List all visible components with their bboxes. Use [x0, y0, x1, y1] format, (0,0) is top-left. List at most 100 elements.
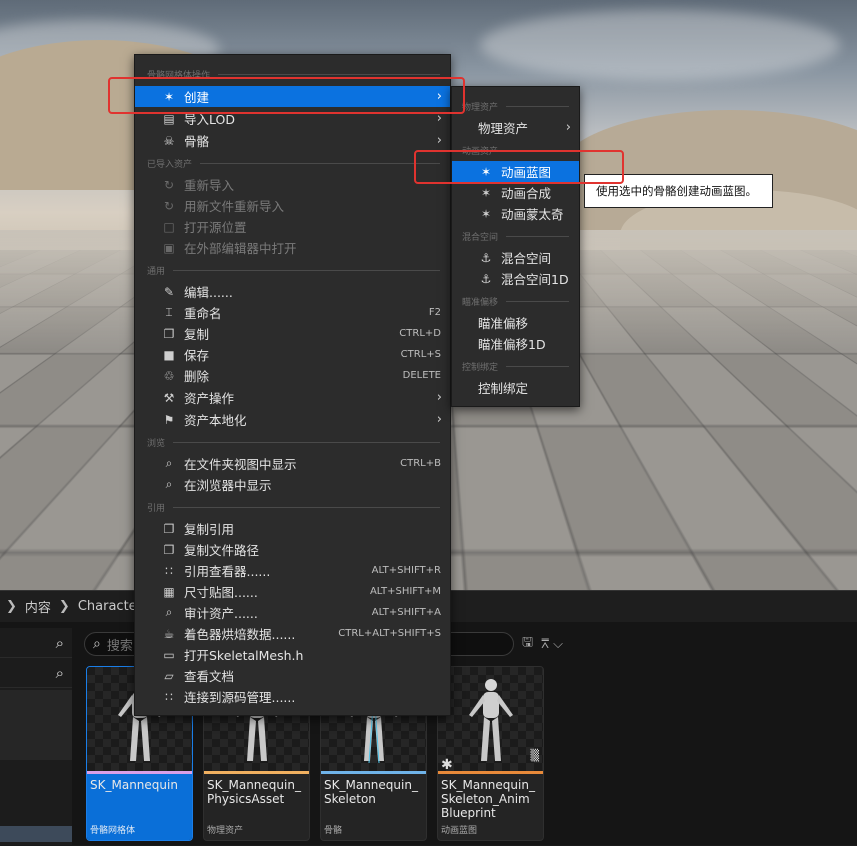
asset-name: SK_Mannequin	[90, 778, 189, 792]
shortcut-text: CTRL+B	[400, 458, 441, 469]
menu-item-import-lod[interactable]: ▤ 导入LOD ›	[135, 108, 450, 129]
menu-item-copy-reference[interactable]: ❐ 复制引用	[135, 518, 450, 539]
menu-item-asset-actions[interactable]: ⚒ 资产操作 ›	[135, 387, 450, 408]
chevron-right-icon: ›	[437, 412, 442, 427]
menu-item-asset-localization[interactable]: ⚑ 资产本地化 ›	[135, 409, 450, 430]
submenu-item-physics-asset[interactable]: 物理资产 ›	[452, 117, 579, 138]
external-editor-icon: ▣	[161, 240, 177, 256]
menu-item-edit[interactable]: ✎ 编辑......	[135, 281, 450, 302]
menu-item-save[interactable]: ■ 保存 CTRL+S	[135, 344, 450, 365]
submenu-item-aim-offset[interactable]: 瞄准偏移	[452, 312, 579, 333]
asset-type: 骨骼网格体	[90, 823, 135, 836]
menu-item-audit-assets[interactable]: ⌕ 审计资产...... ALT+SHIFT+A	[135, 602, 450, 623]
menu-item-label: 复制文件路径	[184, 540, 259, 559]
pencil-icon: ✎	[161, 284, 177, 300]
folder-tree-panel: ⌕ ⌕	[0, 628, 72, 845]
menu-item-reimport[interactable]: ↻ 重新导入	[135, 174, 450, 195]
asset-info: SK_Mannequin_ PhysicsAsset 物理资产	[204, 774, 309, 840]
save-icon: ■	[161, 347, 177, 363]
reimport-icon: ↻	[161, 177, 177, 193]
search-icon[interactable]: ⌕	[0, 628, 72, 658]
chevron-right-icon[interactable]: ❯	[59, 599, 70, 614]
folder-tree-item-selected[interactable]	[0, 826, 72, 842]
submenu-item-aim-offset-1d[interactable]: 瞄准偏移1D	[452, 333, 579, 354]
shortcut-text: ALT+SHIFT+A	[372, 607, 441, 618]
menu-item-label: 引用查看器......	[184, 561, 270, 580]
shortcut-text: ALT+SHIFT+M	[370, 586, 441, 597]
section-header: 浏览	[147, 436, 440, 448]
section-title: 骨骼网格体操作	[147, 68, 210, 81]
section-title: 控制绑定	[462, 360, 498, 373]
breadcrumb-item-content[interactable]: 内容	[25, 597, 51, 616]
asset-context-menu: 骨骼网格体操作 ✶ 创建 › ▤ 导入LOD › ☠ 骨骼 › 已导入资产 ↻ …	[134, 54, 451, 716]
asset-thumbnail: ✱ ▒	[438, 667, 543, 771]
menu-item-show-in-folder-view[interactable]: ⌕ 在文件夹视图中显示 CTRL+B	[135, 453, 450, 474]
menu-item-delete[interactable]: ♲ 删除 DELETE	[135, 365, 450, 386]
asset-name: SK_Mannequin_ Skeleton_Anim Blueprint	[441, 778, 540, 820]
section-header: 通用	[147, 264, 440, 276]
mannequin-icon	[461, 677, 521, 765]
menu-item-view-documentation[interactable]: ▱ 查看文档	[135, 665, 450, 686]
submenu-item-anim-blueprint[interactable]: ✶ 动画蓝图	[452, 161, 579, 182]
create-animation-icon: ✶	[161, 89, 177, 105]
submenu-item-blend-space-1d[interactable]: ⚓ 混合空间1D	[452, 268, 579, 289]
section-title: 物理资产	[462, 100, 498, 113]
chevron-right-icon: ›	[566, 120, 571, 135]
menu-item-label: 在浏览器中显示	[184, 475, 272, 494]
menu-item-open-header[interactable]: ▭ 打开SkeletalMesh.h	[135, 644, 450, 665]
section-title: 引用	[147, 501, 165, 514]
submenu-item-anim-montage[interactable]: ✶ 动画蒙太奇	[452, 203, 579, 224]
filter-icon[interactable]: ⩞ ⌵	[541, 637, 563, 652]
menu-item-open-source-location[interactable]: □ 打开源位置	[135, 216, 450, 237]
section-header: 已导入资产	[147, 157, 440, 169]
menu-item-duplicate[interactable]: ❐ 复制 CTRL+D	[135, 323, 450, 344]
menu-item-label: 动画合成	[501, 183, 551, 202]
chevron-right-icon: ›	[437, 111, 442, 126]
menu-item-create[interactable]: ✶ 创建 ›	[135, 86, 450, 107]
menu-item-label: 资产操作	[184, 388, 234, 407]
menu-item-shader-cook-stats[interactable]: ☕ 着色器烘焙数据...... CTRL+ALT+SHIFT+S	[135, 623, 450, 644]
anim-composite-icon: ✶	[478, 185, 494, 201]
menu-item-size-map[interactable]: ▦ 尺寸贴图...... ALT+SHIFT+M	[135, 581, 450, 602]
menu-item-label: 物理资产	[478, 118, 528, 137]
menu-item-label: 骨骼	[184, 131, 209, 150]
skeleton-icon: ☠	[161, 133, 177, 149]
menu-item-label: 混合空间	[501, 248, 551, 267]
asterisk-icon: ✱	[441, 757, 453, 773]
menu-item-label: 打开源位置	[184, 217, 247, 236]
asset-tile-anim-blueprint[interactable]: ✱ ▒ SK_Mannequin_ Skeleton_Anim Blueprin…	[437, 666, 544, 841]
menu-item-reference-viewer[interactable]: ∷ 引用查看器...... ALT+SHIFT+R	[135, 560, 450, 581]
submenu-item-control-rig[interactable]: 控制绑定	[452, 377, 579, 398]
chevron-right-icon: ›	[437, 89, 442, 104]
section-header: 引用	[147, 501, 440, 513]
menu-item-label: 动画蓝图	[501, 162, 551, 181]
submenu-item-blend-space[interactable]: ⚓ 混合空间	[452, 247, 579, 268]
menu-item-label: 重新导入	[184, 175, 234, 194]
folder-tree-item[interactable]	[0, 690, 72, 760]
menu-item-reimport-new-file[interactable]: ↻ 用新文件重新导入	[135, 195, 450, 216]
search-icon: ⌕	[93, 636, 101, 652]
menu-item-skeleton[interactable]: ☠ 骨骼 ›	[135, 130, 450, 151]
menu-item-copy-file-path[interactable]: ❐ 复制文件路径	[135, 539, 450, 560]
menu-item-label: 在外部编辑器中打开	[184, 238, 297, 257]
menu-item-label: 混合空间1D	[501, 269, 569, 288]
shortcut-text: ALT+SHIFT+R	[372, 565, 441, 576]
save-search-icon[interactable]: 🖫	[522, 633, 533, 655]
section-header: 物理资产	[462, 100, 569, 112]
search-placeholder: 搜索	[107, 635, 133, 654]
menu-item-label: 复制	[184, 324, 209, 343]
search-icon[interactable]: ⌕	[0, 658, 72, 688]
asset-info: SK_Mannequin_ Skeleton_Anim Blueprint 动画…	[438, 774, 543, 840]
menu-item-show-in-browser[interactable]: ⌕ 在浏览器中显示	[135, 474, 450, 495]
submenu-item-anim-composite[interactable]: ✶ 动画合成	[452, 182, 579, 203]
section-title: 浏览	[147, 436, 165, 449]
menu-item-open-external-editor[interactable]: ▣ 在外部编辑器中打开	[135, 237, 450, 258]
menu-item-label: 编辑......	[184, 282, 233, 301]
menu-item-label: 删除	[184, 366, 209, 385]
menu-item-rename[interactable]: ⌶ 重命名 F2	[135, 302, 450, 323]
chevron-right-icon[interactable]: ❯	[6, 599, 17, 614]
breadcrumb-item-characters[interactable]: Characte	[78, 599, 137, 614]
flag-icon: ⚑	[161, 412, 177, 428]
menu-item-connect-source-control[interactable]: ∷ 连接到源码管理......	[135, 686, 450, 707]
section-header: 控制绑定	[462, 360, 569, 372]
